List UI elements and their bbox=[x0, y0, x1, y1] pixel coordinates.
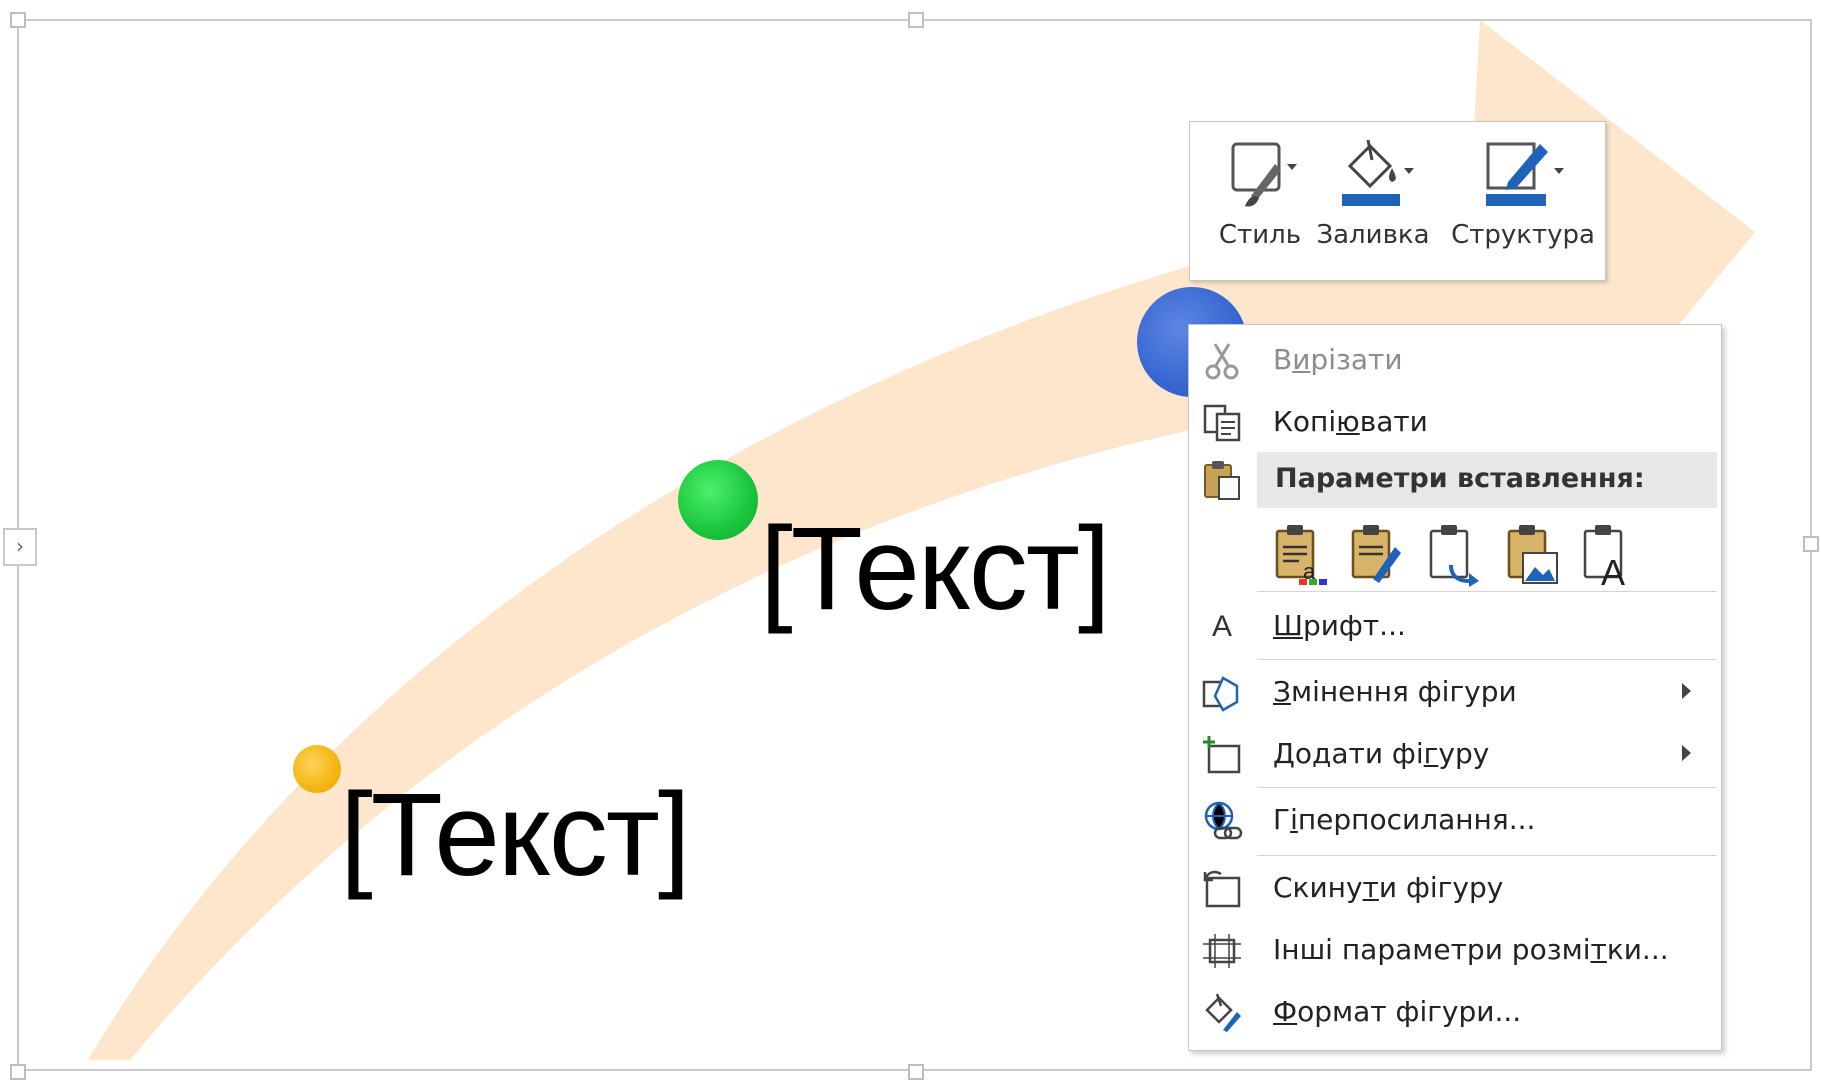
shape-style-button[interactable]: Стиль bbox=[1200, 134, 1320, 250]
submenu-arrow-icon bbox=[1682, 683, 1691, 699]
menu-item-label: Шрифт... bbox=[1273, 609, 1406, 642]
shape-style-icon bbox=[1231, 142, 1297, 207]
menu-item-cut[interactable]: Вирізати bbox=[1189, 333, 1721, 387]
menu-separator bbox=[1257, 855, 1717, 856]
menu-item-label: Гіперпосилання... bbox=[1273, 803, 1536, 836]
diagram-text-placeholder[interactable]: [Текст] bbox=[340, 776, 691, 894]
menu-separator bbox=[1257, 787, 1717, 788]
layout-options-icon bbox=[1203, 934, 1241, 968]
menu-item-label: Скинути фігуру bbox=[1273, 871, 1504, 904]
paste-icon bbox=[1204, 461, 1240, 500]
menu-item-copy[interactable]: Копіювати bbox=[1189, 395, 1721, 449]
resize-handle-top-middle[interactable] bbox=[908, 12, 924, 28]
diagram-text-placeholder[interactable]: [Текст] bbox=[760, 510, 1111, 628]
text-pane-expand-button[interactable]: › bbox=[3, 528, 37, 566]
menu-item-more-layout-options[interactable]: Інші параметри розмітки... bbox=[1189, 923, 1721, 977]
menu-item-label: Копіювати bbox=[1273, 405, 1428, 438]
paste-picture-icon[interactable] bbox=[1501, 521, 1561, 587]
menu-item-label: Вирізати bbox=[1273, 343, 1403, 376]
menu-item-label: Інші параметри розмітки... bbox=[1273, 933, 1669, 966]
paste-options-header: Параметри вставлення: bbox=[1257, 452, 1717, 508]
menu-item-change-shape[interactable]: Змінення фігури bbox=[1189, 665, 1721, 719]
paste-link-icon[interactable] bbox=[1423, 521, 1483, 587]
menu-separator bbox=[1257, 591, 1717, 592]
change-shape-icon bbox=[1202, 676, 1239, 712]
mini-button-label: Стиль bbox=[1218, 220, 1302, 250]
mini-button-label: Заливка bbox=[1316, 220, 1430, 250]
paste-text-only-icon[interactable]: A bbox=[1577, 521, 1637, 587]
menu-item-font[interactable]: A Шрифт... bbox=[1189, 599, 1721, 653]
menu-item-label: Змінення фігури bbox=[1273, 675, 1517, 708]
shape-outline-button[interactable]: Структура bbox=[1448, 134, 1598, 250]
resize-handle-top-left[interactable] bbox=[10, 12, 26, 28]
resize-handle-bottom-left[interactable] bbox=[10, 1064, 26, 1080]
mini-toolbar: Стиль Заливка Структура bbox=[1189, 121, 1606, 281]
paste-merge-format-icon[interactable] bbox=[1345, 521, 1405, 587]
paint-bucket-icon bbox=[1342, 139, 1414, 206]
shape-fill-button[interactable]: Заливка bbox=[1308, 134, 1438, 250]
menu-item-hyperlink[interactable]: Гіперпосилання... bbox=[1189, 793, 1721, 847]
copy-icon bbox=[1203, 404, 1241, 442]
scissors-icon bbox=[1205, 343, 1239, 380]
menu-item-label: Додати фігуру bbox=[1273, 737, 1490, 770]
timeline-dot-green[interactable] bbox=[678, 460, 758, 540]
svg-text:A: A bbox=[1601, 552, 1625, 587]
resize-handle-middle-right[interactable] bbox=[1803, 536, 1819, 552]
menu-item-reset-shape[interactable]: Скинути фігуру bbox=[1189, 861, 1721, 915]
menu-item-label: Формат фігури... bbox=[1273, 995, 1522, 1028]
timeline-dot-yellow[interactable] bbox=[293, 745, 341, 793]
format-shape-icon bbox=[1205, 993, 1241, 1032]
paste-options-title: Параметри вставлення: bbox=[1275, 463, 1645, 494]
add-shape-icon bbox=[1203, 736, 1241, 774]
menu-item-add-shape[interactable]: Додати фігуру bbox=[1189, 727, 1721, 781]
resize-handle-bottom-middle[interactable] bbox=[908, 1064, 924, 1080]
reset-shape-icon bbox=[1203, 870, 1241, 908]
mini-button-label: Структура bbox=[1451, 220, 1595, 250]
menu-item-format-shape[interactable]: Формат фігури... bbox=[1189, 985, 1721, 1039]
context-menu: Вирізати Копіювати Параметри вставлення:… bbox=[1188, 324, 1722, 1051]
pen-outline-icon bbox=[1486, 142, 1564, 206]
menu-separator bbox=[1257, 659, 1717, 660]
font-icon: A bbox=[1211, 610, 1232, 643]
submenu-arrow-icon bbox=[1682, 745, 1691, 761]
paste-keep-source-icon[interactable]: a bbox=[1269, 521, 1329, 587]
hyperlink-icon bbox=[1204, 801, 1243, 840]
